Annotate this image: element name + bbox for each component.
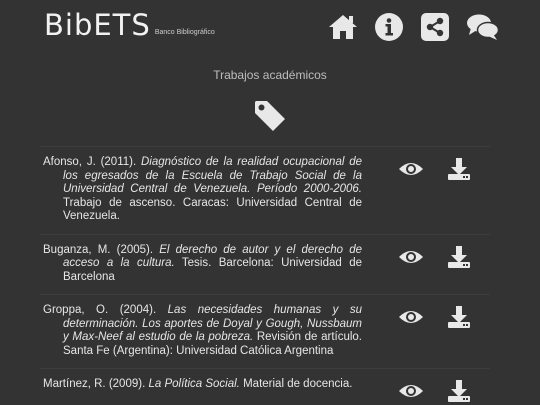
reference-text: Afonso, J. (2011). Diagnóstico de la rea… [40, 156, 362, 224]
download-icon[interactable] [446, 379, 472, 403]
home-icon[interactable] [328, 12, 358, 42]
eye-icon[interactable] [398, 379, 424, 403]
eye-icon[interactable] [398, 245, 424, 269]
app-header: BibETS Banco Bibliográfico [0, 0, 540, 55]
download-icon[interactable] [446, 305, 472, 329]
item-actions [398, 305, 472, 329]
chat-icon[interactable] [466, 12, 500, 42]
section-title: Trabajos académicos [213, 68, 327, 82]
reference-author: Buganza, M. (2005). [43, 243, 154, 256]
reference-author: Afonso, J. (2011). [43, 156, 137, 168]
reference-title: La Política Social. [148, 378, 240, 390]
download-icon[interactable] [446, 157, 472, 181]
eye-icon[interactable] [398, 157, 424, 181]
references-list: Afonso, J. (2011). Diagnóstico de la rea… [40, 146, 490, 402]
item-actions [398, 379, 472, 403]
info-icon[interactable] [374, 12, 404, 42]
list-item: Groppa, O. (2004). Las necesidades human… [40, 294, 490, 368]
share-icon[interactable] [420, 12, 450, 42]
list-item: Martínez, R. (2009). La Política Social.… [40, 368, 490, 402]
item-actions [398, 157, 472, 181]
list-item: Afonso, J. (2011). Diagnóstico de la rea… [40, 146, 490, 234]
list-item: Buganza, M. (2005). El derecho de autor … [40, 233, 490, 295]
reference-details: Material de docencia. [243, 378, 353, 390]
logo[interactable]: BibETS Banco Bibliográfico [44, 8, 215, 42]
reference-author: Groppa, O. (2004). [43, 304, 157, 316]
reference-details: Trabajo de ascenso. Caracas: Universidad… [63, 196, 362, 223]
logo-subtitle: Banco Bibliográfico [154, 29, 215, 36]
reference-text: Martínez, R. (2009). La Política Social.… [40, 378, 362, 392]
eye-icon[interactable] [398, 305, 424, 329]
download-icon[interactable] [446, 245, 472, 269]
item-actions [398, 245, 472, 269]
tag-icon [252, 98, 288, 134]
reference-author: Martínez, R. (2009). [43, 378, 146, 390]
logo-wordmark: BibETS [44, 8, 151, 42]
reference-text: Buganza, M. (2005). El derecho de autor … [40, 244, 362, 285]
reference-text: Groppa, O. (2004). Las necesidades human… [40, 304, 362, 358]
